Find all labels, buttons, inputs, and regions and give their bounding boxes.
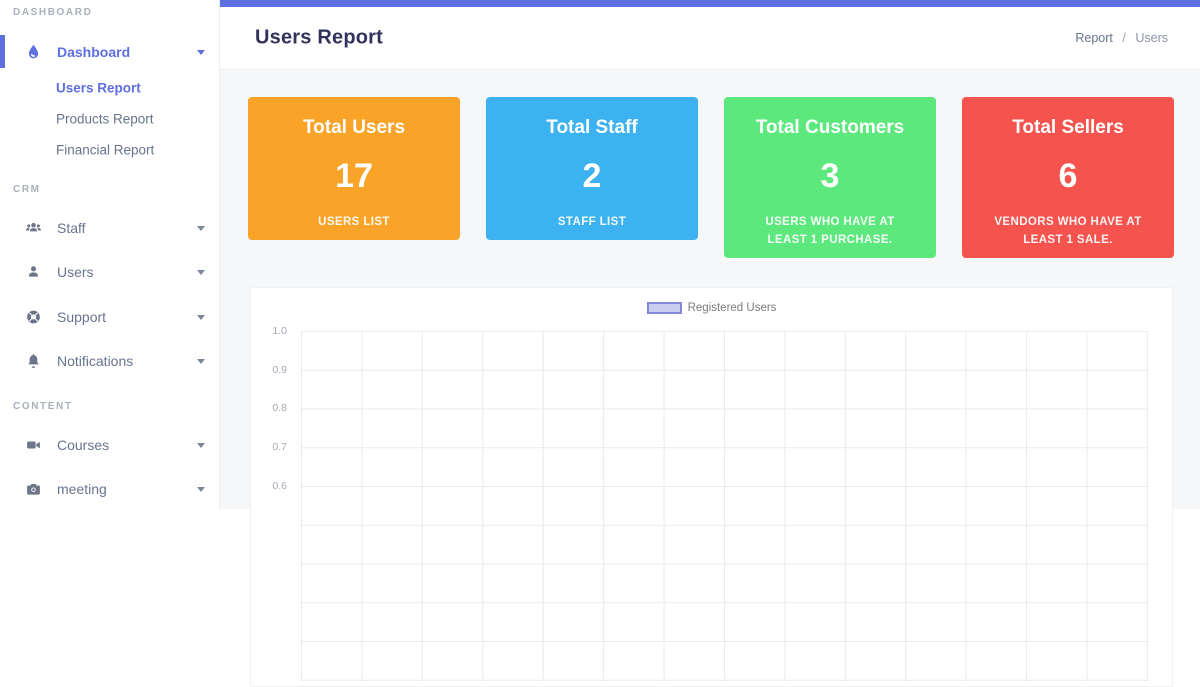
top-accent-bar xyxy=(220,0,1200,7)
chevron-down-icon xyxy=(197,487,205,492)
page-header: Users Report Report / Users xyxy=(220,7,1200,70)
sidebar-item-label: Courses xyxy=(57,437,109,453)
sidebar-item-label: meeting xyxy=(57,481,107,497)
users-group-icon xyxy=(25,220,42,237)
sidebar-item-meeting[interactable]: meeting xyxy=(0,474,220,504)
card-value: 2 xyxy=(486,157,698,196)
chevron-down-icon xyxy=(197,270,205,275)
video-camera-icon xyxy=(25,437,42,454)
sidebar-item-label: Users xyxy=(57,264,94,280)
sidebar-item-label: Support xyxy=(57,309,106,325)
total-customers-card[interactable]: Total Customers 3 USERS WHO HAVE AT LEAS… xyxy=(724,97,936,258)
sidebar-item-label: Dashboard xyxy=(57,44,130,60)
subitem-label: Users Report xyxy=(56,81,141,96)
sidebar: DASHBOARD Dashboard Users Report Product… xyxy=(0,0,220,509)
card-value: 17 xyxy=(248,157,460,196)
breadcrumb-users-link[interactable]: Users xyxy=(1135,31,1168,45)
subitem-label: Financial Report xyxy=(56,143,154,158)
card-value: 6 xyxy=(962,157,1174,196)
chevron-down-icon xyxy=(197,226,205,231)
camera-icon xyxy=(25,481,42,498)
bell-icon xyxy=(25,353,42,370)
breadcrumb-report-link[interactable]: Report xyxy=(1075,31,1113,45)
card-subtitle[interactable]: USERS LIST xyxy=(268,214,440,232)
legend-label: Registered Users xyxy=(688,302,777,314)
sidebar-item-courses[interactable]: Courses xyxy=(0,430,220,460)
y-axis-tick: 1.0 xyxy=(251,325,294,337)
breadcrumb-separator: / xyxy=(1122,31,1125,45)
user-icon xyxy=(25,264,42,281)
chevron-down-icon xyxy=(197,50,205,55)
sidebar-item-users[interactable]: Users xyxy=(0,257,220,287)
y-axis-tick: 0.9 xyxy=(251,364,294,376)
card-subtitle[interactable]: STAFF LIST xyxy=(506,214,678,232)
total-staff-card[interactable]: Total Staff 2 STAFF LIST xyxy=(486,97,698,240)
sidebar-subitem-users-report[interactable]: Users Report xyxy=(0,78,220,98)
chart-legend-item[interactable]: Registered Users xyxy=(251,302,1172,314)
total-sellers-card[interactable]: Total Sellers 6 VENDORS WHO HAVE AT LEAS… xyxy=(962,97,1174,258)
breadcrumb: Report / Users xyxy=(1075,31,1168,45)
y-axis-tick: 0.6 xyxy=(251,480,294,492)
card-title: Total Staff xyxy=(486,117,698,139)
card-subtitle[interactable]: USERS WHO HAVE AT LEAST 1 PURCHASE. xyxy=(744,214,916,250)
sidebar-item-dashboard[interactable]: Dashboard xyxy=(0,37,220,67)
card-value: 3 xyxy=(724,157,936,196)
tint-icon xyxy=(25,44,42,61)
main-content: Total Users 17 USERS LIST Total Staff 2 … xyxy=(220,70,1200,509)
chevron-down-icon xyxy=(197,443,205,448)
y-axis-tick: 0.7 xyxy=(251,441,294,453)
legend-swatch xyxy=(647,302,682,314)
chevron-down-icon xyxy=(197,315,205,320)
sidebar-section-dashboard: DASHBOARD xyxy=(13,7,92,18)
page-title: Users Report xyxy=(255,27,383,50)
sidebar-item-staff[interactable]: Staff xyxy=(0,213,220,243)
sidebar-subitem-products-report[interactable]: Products Report xyxy=(0,109,220,129)
card-subtitle[interactable]: VENDORS WHO HAVE AT LEAST 1 SALE. xyxy=(982,214,1154,250)
sidebar-item-label: Staff xyxy=(57,220,86,236)
sidebar-subitem-financial-report[interactable]: Financial Report xyxy=(0,140,220,160)
sidebar-item-notifications[interactable]: Notifications xyxy=(0,346,220,376)
sidebar-section-content: CONTENT xyxy=(13,401,73,412)
card-title: Total Customers xyxy=(724,117,936,139)
subitem-label: Products Report xyxy=(56,112,154,127)
card-title: Total Users xyxy=(248,117,460,139)
card-title: Total Sellers xyxy=(962,117,1174,139)
sidebar-item-label: Notifications xyxy=(57,353,133,369)
registered-users-chart-card: Registered Users 1.0 0.9 0.8 0.7 0.6 xyxy=(250,287,1173,687)
chevron-down-icon xyxy=(197,359,205,364)
chart-plot-area xyxy=(301,331,1148,681)
sidebar-item-support[interactable]: Support xyxy=(0,302,220,332)
total-users-card[interactable]: Total Users 17 USERS LIST xyxy=(248,97,460,240)
sidebar-section-crm: CRM xyxy=(13,184,41,195)
y-axis-tick: 0.8 xyxy=(251,402,294,414)
life-ring-icon xyxy=(25,309,42,326)
